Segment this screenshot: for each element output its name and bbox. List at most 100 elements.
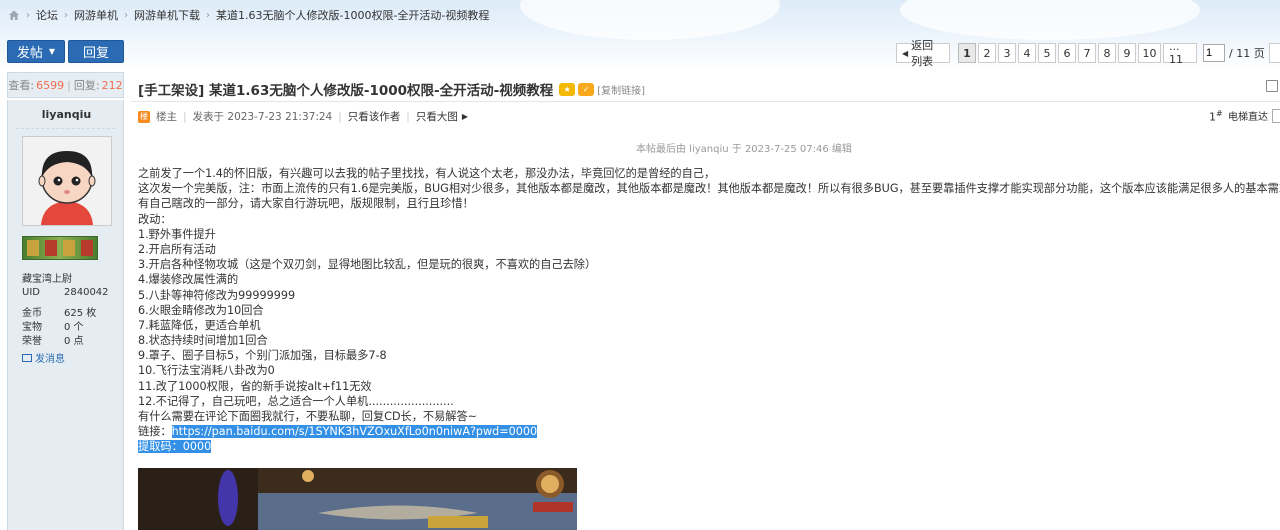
cloud-decoration	[900, 0, 1200, 40]
post-title-row: [手工架设] 某道1.63无脑个人修改版-1000权限-全开活动-视频教程 ★ …	[138, 79, 645, 99]
new-post-button[interactable]: 发帖 ▼	[7, 40, 65, 63]
home-icon[interactable]	[8, 9, 20, 21]
floor-jump-input[interactable]	[1272, 108, 1280, 123]
breadcrumb-separator: ›	[64, 9, 68, 21]
breadcrumb-separator: ›	[206, 9, 210, 21]
honor-value: 0 点	[64, 336, 84, 347]
back-to-list-button[interactable]: ◀ 返回列表	[896, 39, 950, 68]
reply-button[interactable]: 回复	[68, 40, 124, 63]
game-screenshot[interactable]	[138, 468, 577, 530]
page-link-1[interactable]: 1	[957, 43, 976, 63]
extraction-code: 提取码：0000	[138, 440, 212, 454]
code-line: 提取码：0000	[138, 439, 1278, 454]
medal-badge	[22, 236, 98, 260]
meta-separator: |	[406, 110, 410, 123]
op-badge-icon: 楼	[138, 110, 150, 123]
page-link-3[interactable]: 3	[997, 43, 1016, 63]
page-link-8[interactable]: 8	[1097, 43, 1116, 63]
mail-icon	[22, 353, 32, 362]
back-to-list-label: 返回列表	[911, 39, 934, 68]
thread-stats: 查看: 6599 | 回复: 212	[7, 72, 124, 98]
post-line: 这次发一个完美版，注：市面上流传的只有1.6是完美版，BUG相对少很多，其他版本…	[138, 182, 1280, 196]
caret-right-icon: ▶	[461, 112, 468, 121]
print-icon[interactable]	[1266, 80, 1278, 92]
uid-row: UID 2840042	[22, 287, 109, 298]
breadcrumb-separator: ›	[26, 9, 30, 21]
cloud-decoration	[520, 0, 780, 40]
floor-jump: 电梯直达	[1228, 108, 1280, 123]
floor-value: 1	[1209, 110, 1216, 124]
post-line: 5.八卦等神符修改为99999999	[138, 288, 296, 302]
post-line: 1.野外事件提升	[138, 227, 216, 241]
post-time: 发表于 2023-7-23 21:37:24	[192, 111, 333, 123]
post-content: 之前发了一个1.4的怀旧版，有兴趣可以去我的帖子里找找，有人说这个太老，那没办法…	[138, 166, 1280, 455]
page-link-6[interactable]: 6	[1057, 43, 1076, 63]
post-line: 之前发了一个1.4的怀旧版，有兴趣可以去我的帖子里找找，有人说这个太老，那没办法…	[138, 167, 716, 180]
author-only-link[interactable]: 只看该作者	[348, 109, 401, 124]
pagination: ◀返回列表 1 2 3 4 5 6 7 8 9 10 ... 11 / 11 页	[896, 39, 1280, 68]
breadcrumb: › 论坛 › 网游单机 › 网游单机下载 › 某道1.63无脑个人修改版-100…	[8, 7, 489, 23]
next-page-button[interactable]	[1268, 43, 1280, 63]
page-link-last[interactable]: ... 11	[1162, 40, 1198, 66]
page-link-4[interactable]: 4	[1017, 43, 1036, 63]
divider	[16, 128, 115, 129]
download-link-line: 链接：https://pan.baidu.com/s/1SYNK3hVZOxuX…	[138, 424, 1278, 439]
post-line: 8.状态持续时间增加1回合	[138, 334, 268, 348]
download-link[interactable]: https://pan.baidu.com/s/1SYNK3hVZOxuXfLo…	[171, 425, 538, 439]
copy-link-button[interactable]: [复制链接]	[597, 82, 645, 97]
page-total: / 11 页	[1229, 47, 1265, 60]
chevron-down-icon: ▼	[48, 47, 56, 56]
floor-number: 1#	[1209, 109, 1223, 124]
post-line: 2.开启所有活动	[138, 242, 216, 256]
link-label: 链接：	[138, 425, 172, 439]
avatar[interactable]	[22, 136, 112, 226]
gold-row: 金币 625 枚	[22, 304, 96, 319]
page-link-10[interactable]: 10	[1137, 43, 1161, 63]
big-image-link[interactable]: 只看大图	[416, 109, 458, 124]
author-name[interactable]: liyanqiu	[8, 108, 125, 121]
treasure-label: 宝物	[22, 322, 42, 333]
page-jump-input[interactable]	[1203, 44, 1226, 62]
op-label: 楼主	[156, 111, 177, 123]
page-link-9[interactable]: 9	[1117, 43, 1136, 63]
floor-jump-label: 电梯直达	[1228, 112, 1268, 123]
uid-value[interactable]: 2840042	[64, 287, 109, 298]
post-line: 改动：	[138, 212, 172, 226]
breadcrumb-item-board[interactable]: 网游单机下载	[134, 7, 200, 23]
post-line: 有自己瞎改的一部分，请大家自行游玩吧，版规限制，且行且珍惜！	[138, 197, 474, 211]
uid-label: UID	[22, 287, 40, 298]
views-count: 6599	[36, 78, 65, 92]
meta-separator: |	[183, 110, 187, 123]
page-link-5[interactable]: 5	[1037, 43, 1056, 63]
treasure-row: 宝物 0 个	[22, 318, 84, 333]
page-link-2[interactable]: 2	[977, 43, 996, 63]
floor-suffix: #	[1216, 109, 1223, 118]
recommend-badge-icon: ✓	[578, 82, 595, 96]
hot-badge-icon: ★	[559, 82, 576, 96]
post-line: 4.爆装修改属性满的	[138, 273, 239, 287]
post-line: 12.不记得了，自己玩吧，总之适合一个人单机..................…	[138, 394, 454, 408]
reply-label: 回复	[82, 46, 109, 61]
post-meta: 楼 楼主 | 发表于 2023-7-23 21:37:24 | 只看该作者 | …	[138, 109, 468, 124]
game-scene-image	[138, 468, 577, 530]
user-rank: 藏宝湾上尉	[22, 274, 72, 285]
post-line: 9.罩子、圈子目标5，个别门派加强，目标最多7-8	[138, 349, 387, 363]
breadcrumb-item-category[interactable]: 网游单机	[74, 7, 118, 23]
post-line: 11.改了1000权限，省的新手说按alt+f11无效	[138, 379, 372, 393]
page-link-7[interactable]: 7	[1077, 43, 1096, 63]
post-line: 10.飞行法宝消耗八卦改为0	[138, 364, 275, 378]
views-label: 查看:	[8, 79, 35, 92]
breadcrumb-item-thread: 某道1.63无脑个人修改版-1000权限-全开活动-视频教程	[216, 9, 490, 22]
author-sidebar: liyanqiu 藏宝湾上尉 UID 2840042 金币 625 枚 宝物 0 个 …	[7, 100, 124, 530]
post-line: 有什么需要在评论下面圈我就行，不要私聊，回复CD长，不易解答~	[138, 410, 478, 423]
replies-count: 212	[101, 78, 123, 92]
medal-icon	[27, 240, 93, 256]
honor-label: 荣誉	[22, 336, 42, 347]
post-title: [手工架设] 某道1.63无脑个人修改版-1000权限-全开活动-视频教程	[138, 83, 554, 99]
send-message-link[interactable]: 发消息	[22, 350, 65, 365]
avatar-cartoon-icon	[23, 137, 111, 225]
stats-separator: |	[67, 78, 71, 92]
replies-label: 回复:	[73, 79, 100, 92]
breadcrumb-item-forum[interactable]: 论坛	[36, 7, 58, 23]
send-message-label: 发消息	[35, 354, 65, 365]
